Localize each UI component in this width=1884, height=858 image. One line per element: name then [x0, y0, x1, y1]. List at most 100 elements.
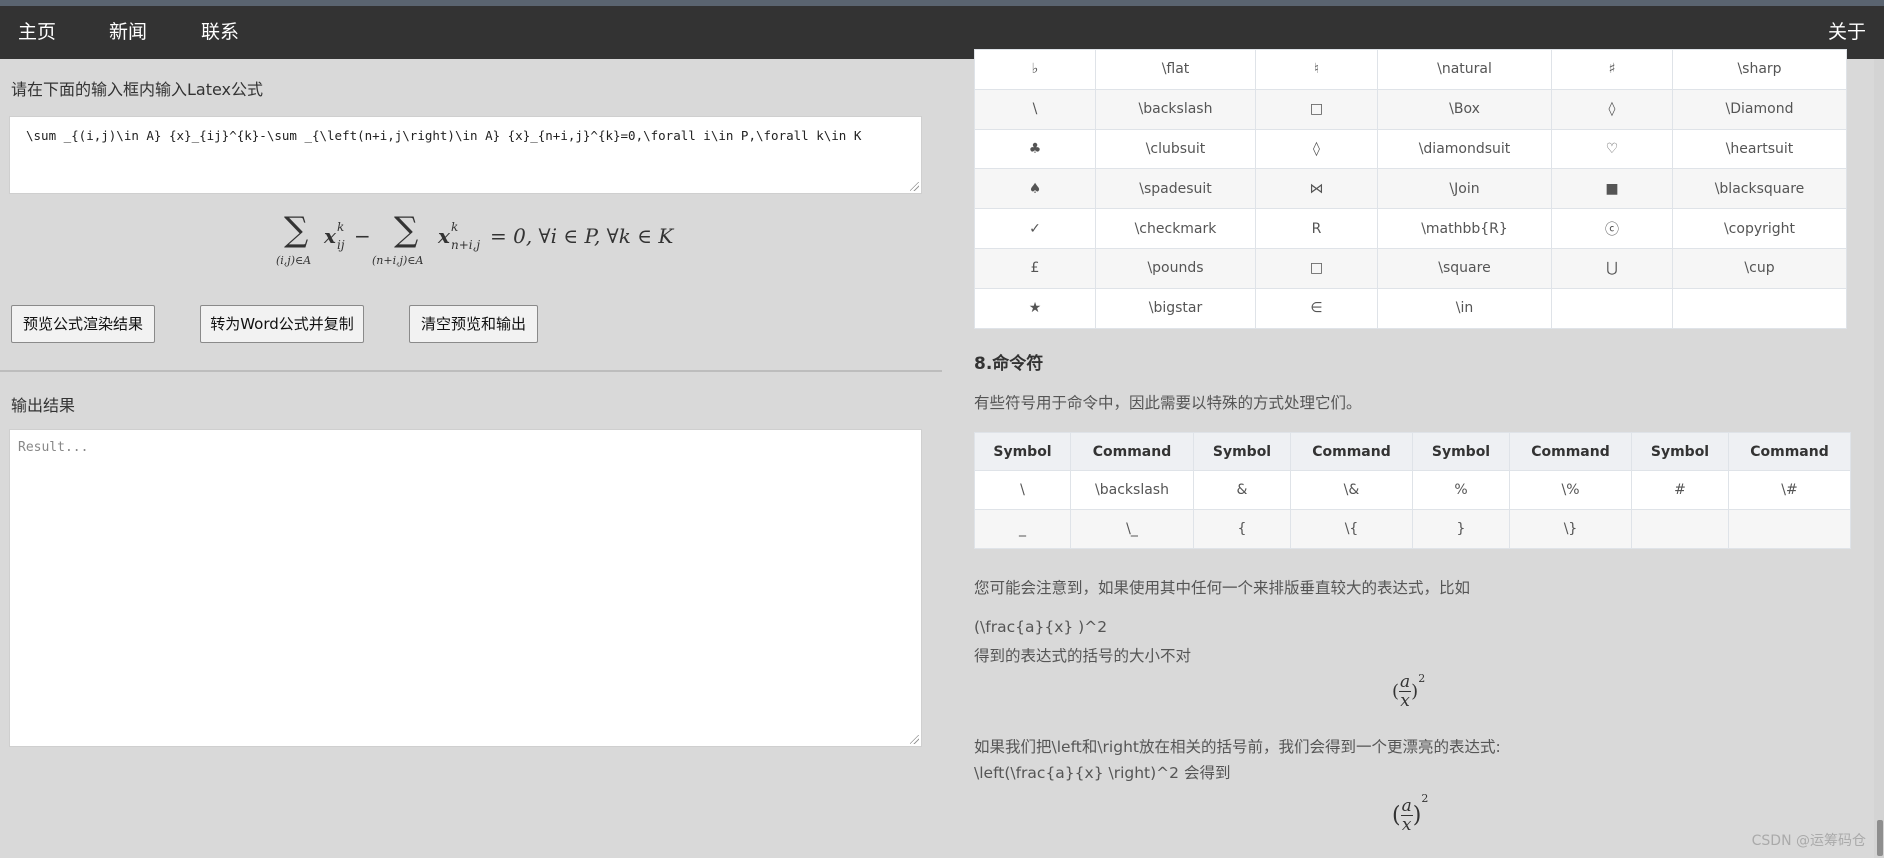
- resize-grip-icon[interactable]: [910, 182, 919, 191]
- x-variable-1: x: [324, 224, 336, 248]
- command-table-row: _ \_{\{} \}: [974, 509, 1851, 549]
- math-example-2: (a x)2: [1392, 792, 1428, 834]
- nav-home-link[interactable]: 主页: [18, 6, 56, 59]
- command-cell: \mathbb{R}: [1377, 208, 1552, 249]
- command-table-row: \ \backslash & \&% \% # \#: [974, 470, 1851, 510]
- command-cell: \in: [1377, 287, 1552, 329]
- command-table-header: Symbol: [1412, 432, 1510, 471]
- symbol-cell: ⋃: [1551, 247, 1673, 289]
- formula-preview: ∑ (i,j)∈A x k ij − ∑ (n+i,j)∈A x k n+i,j…: [276, 210, 676, 280]
- symbol-cell: ♮: [1255, 49, 1378, 90]
- latex-input-text: \sum _{(i,j)\in A} {x}_{ij}^{k}-\sum _{\…: [26, 128, 862, 143]
- command-table-header: Command: [1070, 432, 1194, 471]
- command-table-header: Command: [1509, 432, 1632, 471]
- command-cell: [1728, 509, 1851, 549]
- symbol-table-row: ♣ \clubsuit ◊ \diamondsuit ♡ \heartsuit: [974, 128, 1847, 170]
- math2-left-paren: (: [1392, 803, 1401, 828]
- symbol-cell: ♣: [974, 128, 1096, 170]
- command-table-header: Command: [1290, 432, 1413, 471]
- paragraph-note-3: 如果我们把\left和\right放在相关的括号前，我们会得到一个更漂亮的表达式…: [974, 738, 1501, 756]
- command-cell: \Box: [1377, 88, 1552, 130]
- clear-preview-output-button[interactable]: 清空预览和输出: [409, 305, 538, 343]
- command-cell: \cup: [1672, 247, 1847, 289]
- symbol-cell: ♭: [974, 49, 1096, 90]
- symbol-table-row: ♭ \flat ♮ \natural ♯ \sharp: [974, 49, 1847, 90]
- math-example-1: (a x)2: [1392, 672, 1425, 710]
- nav-news-link[interactable]: 新闻: [109, 6, 147, 59]
- command-cell: \bigstar: [1095, 287, 1256, 329]
- x-subscript-1: ij: [337, 238, 345, 252]
- command-cell: \}: [1509, 509, 1632, 549]
- command-table-header: Command: [1728, 432, 1851, 471]
- resize-grip-icon[interactable]: [910, 735, 919, 744]
- symbol-cell: {: [1193, 509, 1291, 549]
- command-cell: [1672, 287, 1847, 329]
- editor-panel: 请在下面的输入框内输入Latex公式 \sum _{(i,j)\in A} {x…: [0, 59, 942, 858]
- symbol-cell: ♡: [1551, 128, 1673, 170]
- latex-prompt-label: 请在下面的输入框内输入Latex公式: [11, 80, 264, 99]
- command-cell: \Diamond: [1672, 88, 1847, 130]
- x-variable-2: x: [438, 224, 450, 248]
- symbol-cell: ⋈: [1255, 168, 1378, 210]
- command-table: Symbol Command Symbol Command Symbol Command S…: [974, 432, 1851, 549]
- scrollbar-thumb[interactable]: [1877, 820, 1883, 856]
- section-divider: [0, 370, 942, 372]
- symbol-cell: \: [974, 470, 1071, 510]
- symbol-cell: \: [974, 88, 1096, 130]
- symbol-table-row: ♠ \spadesuit ⋈ \Join ■ \blacksquare: [974, 168, 1847, 210]
- symbol-table: ♭ \flat ♮ \natural ♯ \sharp \ \backslash □ \Box ◊ \…: [974, 49, 1847, 329]
- command-cell: \sharp: [1672, 49, 1847, 90]
- page-scrollbar[interactable]: [1874, 59, 1884, 858]
- latex-input[interactable]: \sum _{(i,j)\in A} {x}_{ij}^{k}-\sum _{\…: [9, 116, 922, 194]
- output-textarea[interactable]: Result...: [9, 429, 922, 747]
- sum-subscript-2: (n+i,j)∈A: [372, 254, 424, 267]
- symbol-cell: ■: [1551, 168, 1673, 210]
- watermark: CSDN @运筹码仓: [1751, 833, 1866, 849]
- command-cell: \blacksquare: [1672, 168, 1847, 210]
- math1-left-paren: (: [1392, 681, 1400, 702]
- symbol-table-row: ✓ \checkmark R \mathbb{R} ⓒ \copyright: [974, 208, 1847, 249]
- command-cell: \&: [1290, 470, 1413, 510]
- command-table-header: Symbol: [1631, 432, 1729, 471]
- symbol-cell: [1551, 287, 1673, 329]
- command-cell: \backslash: [1095, 88, 1256, 130]
- command-cell: \_: [1070, 509, 1194, 549]
- reference-panel: ♭ \flat ♮ \natural ♯ \sharp \ \backslash □ \Box ◊ \…: [942, 49, 1884, 858]
- preview-render-button[interactable]: 预览公式渲染结果: [11, 305, 155, 343]
- nav-contact-link[interactable]: 联系: [201, 6, 239, 59]
- symbol-cell: ★: [974, 287, 1096, 329]
- symbol-cell: ✓: [974, 208, 1096, 249]
- command-cell: \natural: [1377, 49, 1552, 90]
- command-cell: \checkmark: [1095, 208, 1256, 249]
- math2-numerator: a: [1400, 796, 1413, 816]
- x-superscript-1: k: [337, 220, 345, 234]
- command-cell: \clubsuit: [1095, 128, 1256, 170]
- paragraph-note-2: 得到的表达式的括号的大小不对: [974, 647, 1192, 665]
- symbol-cell: □: [1255, 88, 1378, 130]
- command-cell: \heartsuit: [1672, 128, 1847, 170]
- command-cell: \spadesuit: [1095, 168, 1256, 210]
- symbol-cell: ♯: [1551, 49, 1673, 90]
- command-cell: \flat: [1095, 49, 1256, 90]
- command-cell: \backslash: [1070, 470, 1194, 510]
- symbol-table-row: \ \backslash □ \Box ◊ \Diamond: [974, 88, 1847, 130]
- minus-sign: −: [354, 224, 371, 248]
- command-table-header: Symbol: [974, 432, 1071, 471]
- symbol-cell: ⓒ: [1551, 208, 1673, 249]
- symbol-cell: &: [1193, 470, 1291, 510]
- math2-exponent: 2: [1421, 792, 1429, 805]
- command-table-header: Symbol: [1193, 432, 1291, 471]
- math2-denominator: x: [1401, 815, 1412, 835]
- convert-word-copy-button[interactable]: 转为Word公式并复制: [200, 305, 364, 343]
- symbol-cell: _: [974, 509, 1071, 549]
- symbol-cell: %: [1412, 470, 1510, 510]
- math1-exponent: 2: [1418, 672, 1426, 685]
- paragraph-note: 您可能会注意到，如果使用其中任何一个来排版垂直较大的表达式，比如: [974, 579, 1471, 597]
- command-cell: \square: [1377, 247, 1552, 289]
- symbol-cell: ◊: [1551, 88, 1673, 130]
- code-example-2: \left(\frac{a}{x} \right)^2 会得到: [974, 764, 1231, 782]
- symbol-cell: [1631, 509, 1729, 549]
- math1-denominator: x: [1400, 691, 1410, 711]
- symbol-cell: ∈: [1255, 287, 1378, 329]
- formula-tail: = 0, ∀i ∈ P, ∀k ∈ K: [490, 224, 674, 248]
